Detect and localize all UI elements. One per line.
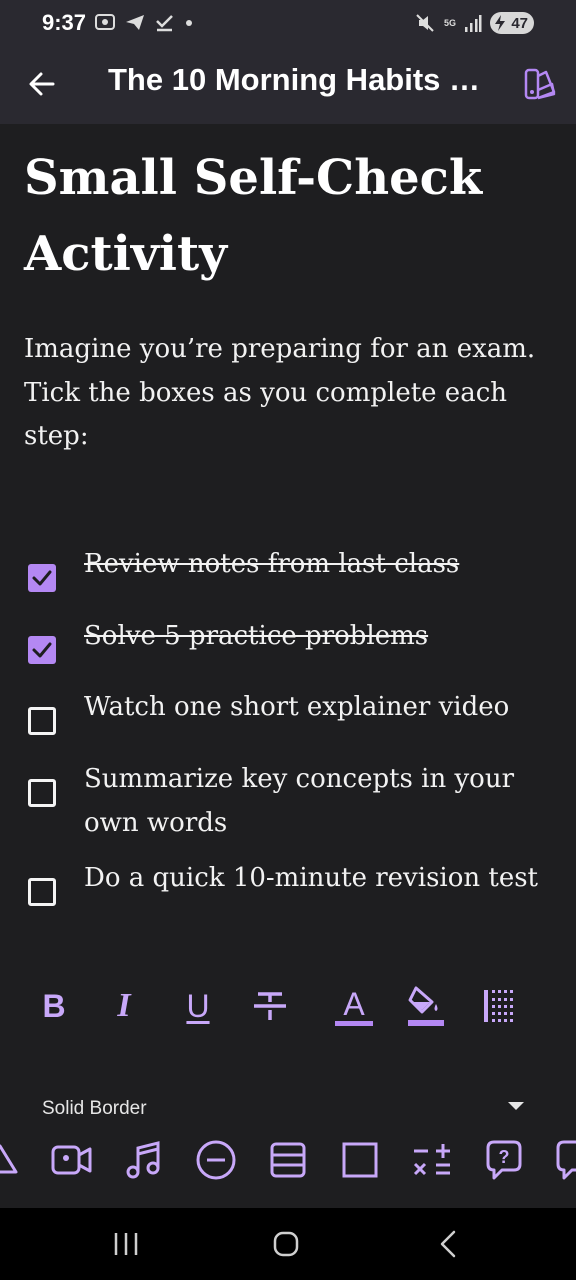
battery-level: 47 xyxy=(511,14,528,32)
battery-indicator: 47 xyxy=(490,12,534,34)
divider-icon[interactable] xyxy=(194,1138,238,1182)
checklist-item-label: Review notes from last class xyxy=(84,549,460,579)
arrow-left-icon xyxy=(29,72,55,96)
italic-icon: I xyxy=(117,987,131,1024)
page-title: The 10 Morning Habits That Will Change Y… xyxy=(108,62,488,97)
text-color-swatch xyxy=(335,1021,373,1026)
signal-icon xyxy=(465,15,482,32)
checkbox-checked[interactable] xyxy=(28,636,56,664)
network-type: 5G xyxy=(443,17,456,28)
checkbox-unchecked[interactable] xyxy=(28,707,56,735)
status-bar: 9:37 5G 47 xyxy=(0,0,576,48)
text-color-letter: A xyxy=(343,986,365,1022)
highlight-button[interactable] xyxy=(404,984,448,1028)
shape-icon[interactable] xyxy=(0,1138,22,1182)
strikethrough-icon xyxy=(254,992,286,1020)
screenshot-icon xyxy=(95,14,115,30)
bold-icon: B xyxy=(42,987,66,1024)
app-bar: The 10 Morning Habits That Will Change Y… xyxy=(0,48,576,124)
checkbox-unchecked[interactable] xyxy=(28,878,56,906)
border-style-button[interactable] xyxy=(478,984,522,1028)
system-back-button[interactable] xyxy=(418,1226,478,1262)
text-color-button[interactable]: A xyxy=(332,984,376,1028)
dropdown-caret-icon xyxy=(508,1102,524,1110)
system-icons: 5G 47 xyxy=(414,12,534,34)
insert-toolbar: ? xyxy=(0,1130,576,1190)
theme-style-button[interactable] xyxy=(520,64,560,104)
telegram-icon xyxy=(126,15,144,30)
recents-icon xyxy=(114,1233,138,1255)
home-icon xyxy=(273,1231,299,1257)
back-button[interactable] xyxy=(22,64,62,104)
checklist-item-label: Do a quick 10-minute revision test xyxy=(84,863,539,893)
border-style-value: Solid Border xyxy=(42,1098,147,1116)
border-style-icon xyxy=(484,990,513,1022)
svg-text:?: ? xyxy=(499,1147,510,1167)
checklist-item-label: Watch one short explainer video xyxy=(84,692,510,722)
status-time: 9:37 xyxy=(42,10,87,35)
mute-icon xyxy=(416,14,434,32)
math-icon[interactable] xyxy=(410,1138,454,1182)
question-bubble-icon[interactable]: ? xyxy=(482,1138,526,1182)
checklist-item-label: Summarize key concepts in your own words xyxy=(84,764,515,838)
highlight-fill-icon xyxy=(408,986,444,1026)
dot-icon xyxy=(186,20,192,26)
chevron-left-icon xyxy=(440,1230,456,1258)
text-color-icon: A xyxy=(335,986,373,1026)
strikethrough-button[interactable] xyxy=(248,984,292,1028)
checklist-item-label: Solve 5 practice problems xyxy=(84,621,429,651)
checkbox-checked[interactable] xyxy=(28,564,56,592)
music-icon[interactable] xyxy=(122,1138,166,1182)
underline-icon: U xyxy=(186,987,210,1024)
check-icon xyxy=(32,642,52,658)
task-check-icon xyxy=(156,15,173,32)
italic-button[interactable]: I xyxy=(102,984,146,1028)
comment-icon[interactable] xyxy=(552,1138,576,1182)
section-heading: Small Self-Check Activity xyxy=(24,150,483,282)
check-icon xyxy=(32,570,52,586)
underline-button[interactable]: U xyxy=(176,984,220,1028)
charging-bolt-icon xyxy=(495,15,505,31)
format-toolbar: B I U A xyxy=(0,978,576,1036)
intro-paragraph: Imagine you’re preparing for an exam. Ti… xyxy=(24,334,536,451)
video-icon[interactable] xyxy=(50,1138,94,1182)
recents-button[interactable] xyxy=(96,1226,156,1262)
notification-icons xyxy=(94,12,194,32)
layout-rows-icon[interactable] xyxy=(266,1138,310,1182)
palette-swatch-icon xyxy=(524,68,556,100)
home-button[interactable] xyxy=(256,1226,316,1262)
border-style-dropdown[interactable]: Solid Border xyxy=(0,1090,576,1116)
box-icon[interactable] xyxy=(338,1138,382,1182)
system-navigation-bar xyxy=(0,1208,576,1280)
checkbox-unchecked[interactable] xyxy=(28,779,56,807)
bold-button[interactable]: B xyxy=(32,984,76,1028)
